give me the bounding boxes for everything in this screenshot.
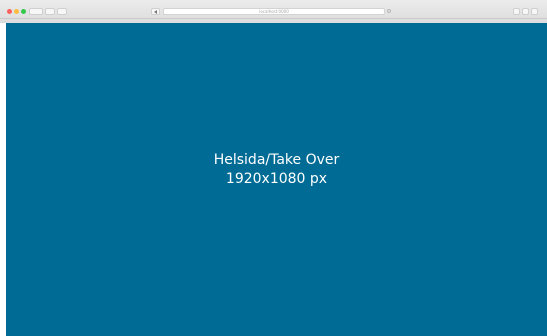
speaker-icon[interactable] (151, 8, 160, 15)
maximize-window-icon[interactable] (21, 9, 26, 14)
tabs-overview-button[interactable] (531, 8, 538, 15)
share-button[interactable] (513, 8, 520, 15)
placeholder-label: Helsida/Take Over 1920x1080 px (6, 151, 547, 189)
chrome-divider (0, 18, 547, 19)
back-button[interactable] (45, 8, 55, 15)
address-bar[interactable]: localhost:0000 (163, 8, 385, 15)
reload-icon[interactable] (387, 9, 391, 13)
placeholder-size: 1920x1080 px (225, 171, 328, 187)
page-viewport: Helsida/Take Over 1920x1080 px (6, 23, 547, 336)
browser-chrome: localhost:0000 (0, 0, 547, 23)
sidebar-toggle-button[interactable] (29, 8, 43, 15)
minimize-window-icon[interactable] (14, 9, 19, 14)
forward-button[interactable] (57, 8, 67, 15)
close-window-icon[interactable] (7, 9, 12, 14)
browser-window: localhost:0000 Helsida/Take Over 1920x10… (0, 0, 547, 336)
new-tab-button[interactable] (522, 8, 529, 15)
placeholder-title: Helsida/Take Over (213, 152, 340, 168)
address-text: localhost:0000 (259, 9, 289, 14)
